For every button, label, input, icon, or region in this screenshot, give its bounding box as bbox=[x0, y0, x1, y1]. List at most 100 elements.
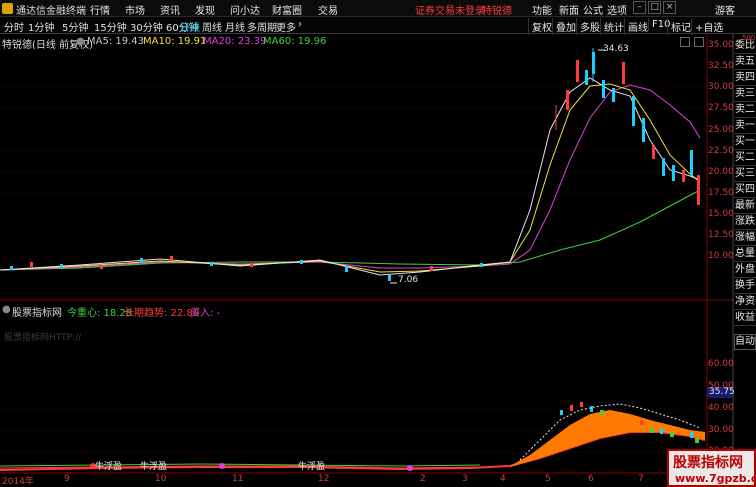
panel-item-sell3[interactable]: 卖三 bbox=[734, 86, 756, 102]
period-tab-daily[interactable]: 日线 bbox=[180, 19, 200, 34]
x-tick: 5 bbox=[545, 474, 551, 484]
menu-xiaoda[interactable]: 问小达 bbox=[230, 2, 260, 17]
site-watermark: 股票指标网 www.7gpzb.com bbox=[667, 449, 756, 487]
panel-item-buy2[interactable]: 买二 bbox=[734, 150, 756, 166]
panel-maximize-icon[interactable] bbox=[694, 37, 704, 47]
menu-market[interactable]: 市场 bbox=[125, 2, 145, 17]
main-gridlines bbox=[0, 44, 707, 453]
price-tick: 32.50 bbox=[708, 61, 734, 71]
panel-item-buy3[interactable]: 买三 bbox=[734, 166, 756, 182]
period-tab-more[interactable]: 更多 bbox=[276, 19, 296, 34]
period-tab-weekly[interactable]: 周线 bbox=[202, 19, 222, 34]
x-tick: 2 bbox=[420, 474, 426, 484]
annotation-label: 牛浮盈 bbox=[298, 462, 326, 472]
candlesticks[interactable] bbox=[10, 48, 700, 281]
auto-button[interactable]: 自动 bbox=[734, 334, 756, 350]
indicator-tick: 30.00 bbox=[708, 425, 734, 435]
panel-item-change-pct[interactable]: 涨幅 bbox=[734, 230, 756, 246]
price-tick: 30.00 bbox=[708, 82, 734, 92]
menu-news[interactable]: 资讯 bbox=[160, 2, 180, 17]
annotation-label: 牛浮盈 bbox=[95, 462, 123, 472]
panel-item-weibi[interactable]: 委比 bbox=[734, 38, 756, 54]
ma20-line bbox=[0, 84, 701, 271]
panel-item-buy1[interactable]: 买一 bbox=[734, 134, 756, 150]
stock-name-header: 特锐德 bbox=[482, 6, 512, 17]
menu-fortune[interactable]: 财富圈 bbox=[272, 2, 302, 17]
indicator-tick: 40.00 bbox=[708, 403, 734, 413]
menu-new-screen[interactable]: 新面 bbox=[559, 2, 579, 17]
indicator-line2: 长期趋势: 22.89 bbox=[124, 308, 200, 319]
watermark-cn: 股票指标网 bbox=[673, 455, 743, 471]
panel-item-earnings[interactable]: 收益 bbox=[734, 310, 756, 326]
guest-label[interactable]: 游客 bbox=[715, 2, 735, 17]
legend-dot-icon: ● bbox=[76, 36, 85, 47]
high-price-label: 34.63 bbox=[603, 44, 629, 54]
price-tick: 35.00 bbox=[708, 40, 734, 50]
price-tick: 17.50 bbox=[708, 188, 734, 198]
period-tab-monthly[interactable]: 月线 bbox=[225, 19, 245, 34]
kline-chart[interactable] bbox=[0, 34, 756, 487]
x-tick: 4 bbox=[500, 474, 506, 484]
indicator-title: 股票指标网 bbox=[12, 308, 62, 319]
panel-item-change[interactable]: 涨跌 bbox=[734, 214, 756, 230]
ma60-legend: MA60: 19.96 bbox=[263, 36, 327, 47]
maximize-icon[interactable]: □ bbox=[648, 1, 661, 14]
period-tab-multi[interactable]: 多周期 bbox=[247, 19, 277, 34]
ma60-line bbox=[0, 189, 701, 271]
tool-mark[interactable]: 标记 bbox=[667, 18, 694, 35]
ma5-legend: MA5: 19.43 bbox=[87, 36, 145, 47]
menu-quotes[interactable]: 行情 bbox=[90, 2, 110, 17]
annotation-label: 牛浮盈 bbox=[140, 462, 168, 472]
panel-item-net-assets[interactable]: 净资 bbox=[734, 294, 756, 310]
menu-function[interactable]: 功能 bbox=[532, 2, 552, 17]
tool-restore-rights[interactable]: 复权 bbox=[528, 18, 555, 35]
period-tab-5min[interactable]: 5分钟 bbox=[62, 19, 88, 34]
price-tick: 10.00 bbox=[708, 251, 734, 261]
panel-item-sell1[interactable]: 卖一 bbox=[734, 118, 756, 134]
panel-item-latest[interactable]: 最新 bbox=[734, 198, 756, 214]
menu-options[interactable]: 选项 bbox=[607, 2, 627, 17]
period-tab-30min[interactable]: 30分钟 bbox=[130, 19, 163, 34]
minimize-icon[interactable]: – bbox=[633, 1, 646, 14]
ma10-legend: MA10: 19.91 bbox=[143, 36, 207, 47]
period-tab-1min[interactable]: 1分钟 bbox=[28, 19, 54, 34]
tool-statistics[interactable]: 统计 bbox=[600, 18, 627, 35]
x-tick: 9 bbox=[64, 474, 70, 484]
price-tick: 20.00 bbox=[708, 167, 734, 177]
tool-add-watchlist[interactable]: +自选 bbox=[691, 18, 726, 35]
period-tab-15min[interactable]: 15分钟 bbox=[94, 19, 127, 34]
price-tick: 25.00 bbox=[708, 125, 734, 135]
panel-restore-icon[interactable] bbox=[680, 37, 690, 47]
login-status[interactable]: 证券交易未登录 bbox=[415, 2, 485, 17]
watermark-url: www.7gpzb.com bbox=[675, 472, 756, 485]
close-icon[interactable]: × bbox=[663, 1, 676, 14]
legend-dot-icon: ● bbox=[2, 304, 11, 315]
menu-trade[interactable]: 交易 bbox=[318, 2, 338, 17]
panel-item-outer[interactable]: 外盘 bbox=[734, 262, 756, 278]
chevron-right-icon[interactable]: › bbox=[298, 19, 302, 30]
indicator-line3: 买入: - bbox=[190, 308, 221, 319]
price-tick: 27.50 bbox=[708, 103, 734, 113]
menu-formula[interactable]: 公式 bbox=[583, 2, 603, 17]
menu-discover[interactable]: 发现 bbox=[195, 2, 215, 17]
panel-item-volume[interactable]: 总量 bbox=[734, 246, 756, 262]
tool-multi-stock[interactable]: 多股 bbox=[576, 18, 603, 35]
tool-overlay[interactable]: 叠加 bbox=[552, 18, 579, 35]
faded-watermark-text: 股票指标网HTTP:// bbox=[4, 333, 82, 343]
x-tick: 2014年 bbox=[2, 477, 34, 487]
panel-item-turnover[interactable]: 换手 bbox=[734, 278, 756, 294]
x-tick: 12 bbox=[318, 474, 330, 484]
app-logo-icon bbox=[2, 3, 13, 14]
period-toolbar: 分时 1分钟 5分钟 15分钟 30分钟 60分钟 日线 周线 月线 多周期 更… bbox=[0, 17, 756, 35]
period-tab-intraday[interactable]: 分时 bbox=[4, 19, 24, 34]
price-tick: 22.50 bbox=[708, 146, 734, 156]
panel-item-buy4[interactable]: 买四 bbox=[734, 182, 756, 198]
tool-draw-line[interactable]: 画线 bbox=[624, 18, 651, 35]
panel-item-sell5[interactable]: 卖五 bbox=[734, 54, 756, 70]
panel-item-sell2[interactable]: 卖二 bbox=[734, 102, 756, 118]
panel-item-sell4[interactable]: 卖四 bbox=[734, 70, 756, 86]
indicator-line1: 今重心: 18.28 bbox=[67, 308, 133, 319]
x-tick: 7 bbox=[638, 474, 644, 484]
price-tick: 15.00 bbox=[708, 209, 734, 219]
low-price-label: 7.06 bbox=[398, 275, 419, 285]
